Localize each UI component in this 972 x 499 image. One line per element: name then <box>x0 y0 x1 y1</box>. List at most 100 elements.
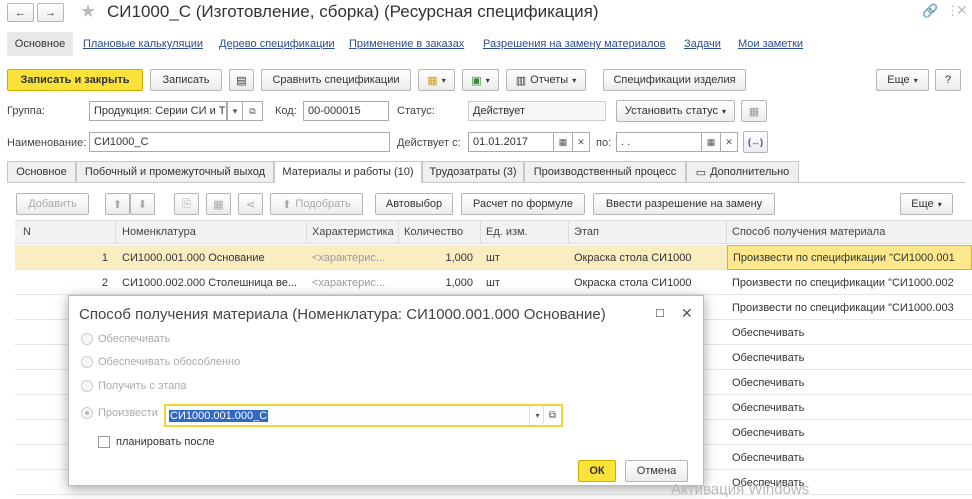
replace-permission-button[interactable]: Ввести разрешение на замену <box>593 193 775 215</box>
share-icon[interactable]: ⋖ <box>238 193 263 215</box>
radio-from-stage[interactable]: Получить с этапа <box>81 380 186 392</box>
radio-circle <box>81 407 93 419</box>
link-icon[interactable]: 🔗 <box>922 3 938 19</box>
col-quantity[interactable]: Количество <box>399 220 481 244</box>
chevron-down-icon: ▾ <box>485 75 490 85</box>
chevron-down-icon: ▾ <box>441 75 446 85</box>
move-up-button[interactable]: ⬆ <box>105 193 130 215</box>
valid-to-field[interactable]: . . <box>616 132 702 152</box>
group-label: Группа: <box>7 105 45 117</box>
cell-char: <характерис... <box>312 276 386 289</box>
tab-by-products[interactable]: Побочный и промежуточный выход <box>76 161 274 183</box>
cell-method: Обеспечивать <box>732 351 805 364</box>
cell-method: Обеспечивать <box>732 376 805 389</box>
dialog: Способ получения материала (Номенклатура… <box>68 295 704 486</box>
cell-item: СИ1000.001.000 Основание <box>122 251 265 264</box>
clear-icon[interactable]: ✕ <box>573 132 590 152</box>
green-arrows-icon: ▣ <box>471 74 482 87</box>
star-icon[interactable]: ★ <box>80 1 96 22</box>
code-label: Код: <box>275 105 297 117</box>
col-characteristic[interactable]: Характеристика <box>307 220 399 244</box>
radio-produce[interactable]: Произвести <box>81 407 158 419</box>
print-button[interactable]: ▣ ▾ <box>462 69 499 91</box>
back-button[interactable]: ← <box>7 3 34 22</box>
cell-method: Обеспечивать <box>732 401 805 414</box>
windows-activation-watermark: Активация Windows <box>671 481 810 498</box>
reports-button[interactable]: ▥ Отчеты ▾ <box>506 69 586 91</box>
col-unit[interactable]: Ед. изм. <box>481 220 569 244</box>
save-close-button[interactable]: Записать и закрыть <box>7 69 143 91</box>
folder-icon: ▦ <box>427 74 438 87</box>
copy-icon[interactable]: ⎘ <box>174 193 199 215</box>
product-specs-button[interactable]: Спецификации изделия <box>603 69 746 91</box>
calendar-icon[interactable]: ▦ <box>554 132 573 152</box>
open-icon[interactable]: ⧉ <box>243 101 263 121</box>
radio-provide[interactable]: Обеспечивать <box>81 333 170 345</box>
nav-tab-tasks[interactable]: Задачи <box>684 38 721 50</box>
col-n[interactable]: N <box>18 220 116 244</box>
code-field[interactable]: 00-000015 <box>303 101 389 121</box>
nav-tab-main[interactable]: Основное <box>7 32 73 56</box>
tab-main[interactable]: Основное <box>7 161 76 183</box>
nav-tab-plan-calc[interactable]: Плановые калькуляции <box>83 38 203 50</box>
nav-tab-notes[interactable]: Мои заметки <box>738 38 803 50</box>
cell-method: Обеспечивать <box>732 326 805 339</box>
create-based-button[interactable]: ▦ ▾ <box>418 69 455 91</box>
period-link-button[interactable]: (↔) <box>743 131 768 153</box>
valid-from-field[interactable]: 01.01.2017 <box>468 132 554 152</box>
save-button[interactable]: Записать <box>150 69 222 91</box>
cell-char: <характерис... <box>312 251 386 264</box>
to-label: по: <box>596 137 612 149</box>
table-row[interactable]: 2 СИ1000.002.000 Столешница ве... <характе… <box>15 270 972 295</box>
clear-icon[interactable]: ✕ <box>721 132 738 152</box>
table-more-button[interactable]: Еще ▾ <box>900 193 953 215</box>
cell-n: 2 <box>101 276 108 289</box>
edit-icon[interactable]: ▦ <box>741 100 767 122</box>
nav-tab-orders-usage[interactable]: Применение в заказах <box>349 38 464 50</box>
formula-button[interactable]: Расчет по формуле <box>461 193 585 215</box>
nav-tab-replace-permissions[interactable]: Разрешения на замену материалов <box>483 38 666 50</box>
cell-unit: шт <box>486 251 500 264</box>
compare-specs-button[interactable]: Сравнить спецификации <box>261 69 411 91</box>
comment-icon: ▭ <box>695 166 707 179</box>
cell-stage: Окраска стола СИ1000 <box>574 251 692 264</box>
maximize-icon[interactable]: ☐ <box>655 307 665 320</box>
document-icon[interactable]: ▤ <box>229 69 254 91</box>
col-stage[interactable]: Этап <box>569 220 727 244</box>
tab-production-process[interactable]: Производственный процесс <box>524 161 686 183</box>
col-method[interactable]: Способ получения материала <box>727 220 972 244</box>
col-item[interactable]: Номенклатура <box>117 220 307 244</box>
produce-spec-field[interactable]: СИ1000.001.000_С <box>164 404 563 427</box>
help-button[interactable]: ? <box>935 69 961 91</box>
pick-button[interactable]: ⬆ Подобрать <box>270 193 363 215</box>
set-status-button[interactable]: Установить статус ▾ <box>616 100 735 122</box>
name-field[interactable]: СИ1000_С <box>89 132 390 152</box>
close-icon[interactable]: ✕ <box>956 2 968 19</box>
tab-labor[interactable]: Трудозатраты (3) <box>422 161 524 183</box>
dropdown-button[interactable]: ▾ <box>227 101 243 121</box>
add-button[interactable]: Добавить <box>16 193 89 215</box>
tab-additional[interactable]: ▭ Дополнительно <box>686 161 799 183</box>
autoselect-button[interactable]: Автовыбор <box>375 193 453 215</box>
open-icon[interactable]: ⧉ <box>543 404 563 427</box>
paste-icon[interactable]: ▦ <box>206 193 231 215</box>
radio-provide-separately[interactable]: Обеспечивать обособленно <box>81 356 240 368</box>
forward-button[interactable]: → <box>37 3 64 22</box>
checkbox-box <box>98 436 110 448</box>
tab-materials[interactable]: Материалы и работы (10) <box>274 161 422 183</box>
chevron-down-icon: ▾ <box>722 106 727 116</box>
more-button[interactable]: Еще ▾ <box>876 69 929 91</box>
cell-stage: Окраска стола СИ1000 <box>574 276 692 289</box>
move-down-button[interactable]: ⬇ <box>130 193 155 215</box>
nav-tab-spec-tree[interactable]: Дерево спецификации <box>219 38 335 50</box>
calendar-icon[interactable]: ▦ <box>702 132 721 152</box>
table-row[interactable]: 1 СИ1000.001.000 Основание <характерис... 1… <box>15 245 972 270</box>
chevron-down-icon: ▾ <box>937 199 942 209</box>
ok-button[interactable]: ОК <box>578 460 616 482</box>
group-field[interactable]: Продукция: Серии СИ и Т <box>89 101 227 121</box>
produce-spec-value: СИ1000.001.000_С <box>169 409 269 422</box>
plan-after-checkbox[interactable]: планировать после <box>98 436 214 448</box>
close-icon[interactable]: ✕ <box>681 305 693 322</box>
radio-circle <box>81 333 93 345</box>
cancel-button[interactable]: Отмена <box>625 460 688 482</box>
